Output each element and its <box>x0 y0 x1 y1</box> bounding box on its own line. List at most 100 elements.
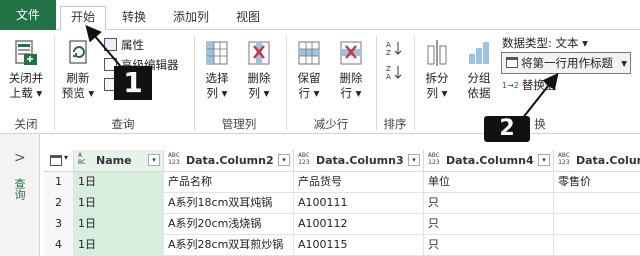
choose-columns-label-2: 列 ▾ <box>206 86 228 100</box>
tab-file[interactable]: 文件 <box>0 0 56 30</box>
group-label-manage-columns: 管理列 <box>221 117 257 131</box>
group-by-label-1: 分组 <box>467 71 491 85</box>
cell-name[interactable]: 1日 <box>74 193 164 214</box>
column-header-data-column4[interactable]: ABC 123 Data.Column4 ▾ <box>424 150 554 172</box>
properties-button[interactable]: 属性 <box>104 38 144 53</box>
data-grid: ▾ A BC Name ▾ ABC 123 Data.Column2 ▾ ABC… <box>44 150 640 256</box>
remove-columns-button[interactable]: 删除 列 ▾ <box>240 38 278 101</box>
group-by-button[interactable]: 分组 依据 <box>460 38 498 101</box>
use-first-row-as-headers-button[interactable]: 将第一行用作标题 ▾ <box>501 52 631 74</box>
cell-column3[interactable]: A100112 <box>294 214 424 235</box>
column-filter-button[interactable]: ▾ <box>148 154 160 166</box>
column-header-data-column2[interactable]: ABC 123 Data.Column2 ▾ <box>164 150 294 172</box>
remove-rows-button[interactable]: 删除 行 ▾ <box>332 38 370 101</box>
cell-column4[interactable]: 只 <box>424 235 554 256</box>
tab-home[interactable]: 开始 <box>60 6 106 31</box>
cell-column5[interactable] <box>554 214 640 235</box>
chevron-right-icon[interactable]: > <box>14 150 26 166</box>
sort-ascending-button[interactable]: AZ <box>386 40 402 60</box>
svg-text:A: A <box>386 41 391 49</box>
column-header-data-column5[interactable]: ABC 123 Data.Colum <box>554 150 640 172</box>
column-header-label: Data.Column4 <box>446 154 534 167</box>
refresh-label-2: 预览 ▾ <box>61 86 95 100</box>
separator <box>376 36 377 130</box>
ribbon: 关闭并 上载 ▾ 关闭 刷新 预览 ▾ 属性 高级编辑器 ▾ 查询 选择 列 ▾ <box>0 30 640 134</box>
replace-values-button[interactable]: 1→2 替换值 <box>502 78 556 93</box>
table-row[interactable]: 2 1日 A系列18cm双耳炖锅 A100111 只 <box>44 193 640 214</box>
choose-columns-icon <box>206 41 228 65</box>
table-row[interactable]: 1 1日 产品名称 产品货号 单位 零售价 <box>44 172 640 193</box>
cell-column4[interactable]: 只 <box>424 214 554 235</box>
table-row[interactable]: 3 1日 A系列20cm浅烧锅 A100112 只 <box>44 214 640 235</box>
replace-values-icon: 1→2 <box>502 81 519 90</box>
sort-descending-icon: ZA <box>386 65 402 81</box>
type-any-icon: ABC 123 <box>428 151 440 166</box>
tab-transform[interactable]: 转换 <box>114 7 154 30</box>
table-row[interactable]: 4 1日 A系列28cm双耳煎炒锅 A100115 只 <box>44 235 640 256</box>
column-filter-button[interactable]: ▾ <box>408 154 420 166</box>
split-column-label-2: 列 ▾ <box>426 86 448 100</box>
refresh-label-1: 刷新 <box>66 71 90 85</box>
cell-column3[interactable]: A100111 <box>294 193 424 214</box>
column-header-label: Data.Column3 <box>316 154 404 167</box>
remove-columns-label-2: 列 ▾ <box>248 86 270 100</box>
cell-column2[interactable]: A系列20cm浅烧锅 <box>164 214 294 235</box>
group-by-label-2: 依据 <box>467 86 491 100</box>
type-any-icon: ABC 123 <box>558 151 570 166</box>
separator <box>414 36 415 130</box>
close-upload-label-2: 上载 ▾ <box>9 86 43 100</box>
chevron-down-icon: ▾ <box>64 153 69 162</box>
split-column-label-1: 拆分 <box>425 71 449 85</box>
column-header-label: Data.Colum <box>576 154 640 167</box>
cell-column4[interactable]: 只 <box>424 193 554 214</box>
row-number: 3 <box>44 214 74 235</box>
column-header-data-column3[interactable]: ABC 123 Data.Column3 ▾ <box>294 150 424 172</box>
properties-label: 属性 <box>121 38 144 52</box>
cell-column5[interactable]: 零售价 <box>554 172 640 193</box>
table-header-icon <box>506 57 518 68</box>
ribbon-tab-bar: 文件 开始 转换 添加列 视图 <box>0 0 640 31</box>
cell-column5[interactable] <box>554 193 640 214</box>
refresh-icon <box>69 40 87 64</box>
cell-name[interactable]: 1日 <box>74 235 164 256</box>
row-number: 4 <box>44 235 74 256</box>
data-type-dropdown[interactable]: 数据类型: 文本 ▾ <box>502 36 588 51</box>
remove-columns-icon <box>248 41 270 65</box>
separator <box>286 36 287 130</box>
cell-column3[interactable]: 产品货号 <box>294 172 424 193</box>
cell-column2[interactable]: A系列18cm双耳炖锅 <box>164 193 294 214</box>
cell-column3[interactable]: A100115 <box>294 235 424 256</box>
cell-column2[interactable]: A系列28cm双耳煎炒锅 <box>164 235 294 256</box>
tab-add-column[interactable]: 添加列 <box>162 7 220 30</box>
refresh-preview-button[interactable]: 刷新 预览 ▾ <box>58 38 98 101</box>
type-text-icon: A BC <box>78 151 86 166</box>
row-number: 2 <box>44 193 74 214</box>
sort-ascending-icon: AZ <box>386 41 402 57</box>
properties-icon <box>104 38 117 51</box>
tab-view[interactable]: 视图 <box>228 7 268 30</box>
group-by-icon <box>469 42 489 64</box>
sort-descending-button[interactable]: ZA <box>386 64 402 84</box>
choose-columns-button[interactable]: 选择 列 ▾ <box>198 38 236 101</box>
cell-column5[interactable] <box>554 235 640 256</box>
column-filter-button[interactable]: ▾ <box>538 154 550 166</box>
choose-columns-label-1: 选择 <box>205 71 229 85</box>
group-label-reduce-rows: 减少行 <box>313 117 349 131</box>
split-column-button[interactable]: 拆分 列 ▾ <box>418 38 456 101</box>
column-header-name[interactable]: A BC Name ▾ <box>74 150 164 172</box>
cell-column2[interactable]: 产品名称 <box>164 172 294 193</box>
annotation-marker-2: 2 <box>484 116 530 142</box>
table-menu-button[interactable]: ▾ <box>44 150 74 172</box>
type-any-icon: ABC 123 <box>298 151 310 166</box>
cell-column4[interactable]: 单位 <box>424 172 554 193</box>
svg-text:Z: Z <box>386 49 391 56</box>
column-filter-button[interactable]: ▾ <box>278 154 290 166</box>
cell-name[interactable]: 1日 <box>74 172 164 193</box>
cell-name[interactable]: 1日 <box>74 214 164 235</box>
remove-rows-label-2: 行 ▾ <box>340 86 362 100</box>
remove-columns-label-1: 删除 <box>247 71 271 85</box>
close-and-upload-button[interactable]: 关闭并 上载 ▾ <box>4 38 48 101</box>
remove-rows-label-1: 删除 <box>339 71 363 85</box>
group-label-query: 查询 <box>111 117 135 131</box>
keep-rows-button[interactable]: 保留 行 ▾ <box>290 38 328 101</box>
